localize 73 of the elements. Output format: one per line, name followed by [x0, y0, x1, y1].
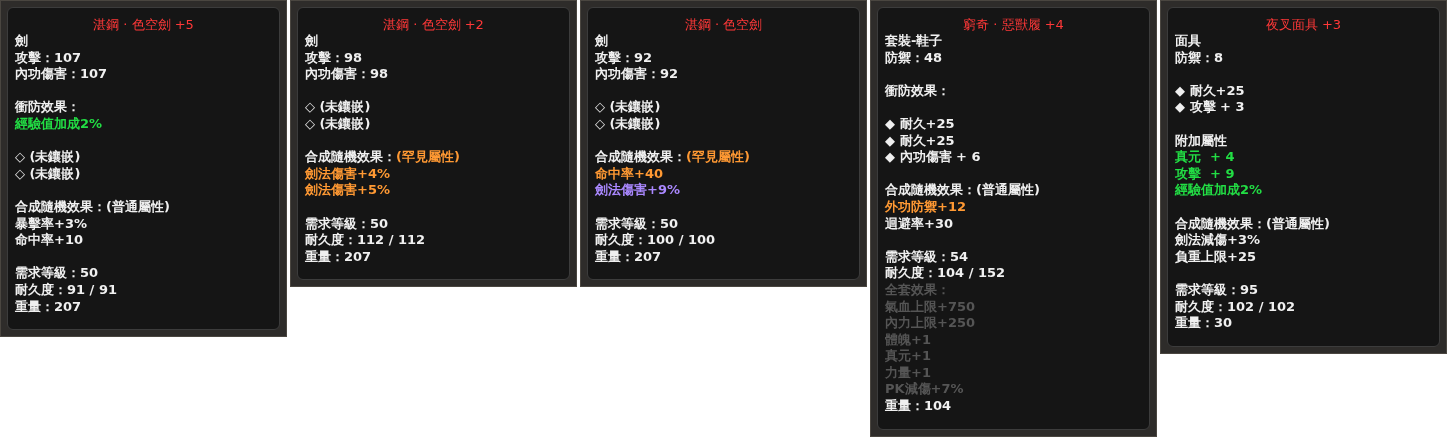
stat-line: 命中率+40 [595, 165, 663, 182]
stat-line: 劍 [305, 33, 318, 50]
stat-line: ◇ (未鑲嵌) [305, 115, 371, 133]
stat-line: 需求等級：95 [1175, 281, 1259, 299]
item-name: 湛鋼 · 色空劍 +2 [383, 16, 484, 33]
stat-line: 真元+1 [885, 348, 931, 365]
item-name: 窮奇 · 惡獸履 +4 [963, 16, 1064, 33]
stat-line: 重量：207 [15, 298, 82, 316]
stat-line: 合成隨機效果：(普通屬性) [885, 182, 1040, 199]
stat-line: 防禦：48 [885, 49, 943, 67]
stat-line: 耐久度：100 / 100 [595, 232, 716, 249]
stat-line: 需求等級：50 [305, 215, 389, 232]
stat-line: 合成隨機效果：(普通屬性) [1175, 215, 1330, 233]
stat-line: 合成隨機效果：(罕見屬性) [595, 149, 750, 166]
stat-line: ◆ 耐久+25 [1175, 82, 1245, 100]
stat-line: 力量+1 [885, 364, 931, 382]
stat-line: 劍法傷害+4% [305, 165, 390, 182]
stat-line: 需求等級：50 [15, 265, 99, 282]
stat-line: 全套效果： [885, 281, 950, 299]
stat-line: 重量：207 [595, 248, 662, 266]
stat-line: 暴擊率+3% [15, 215, 87, 232]
stat-line: 重量：30 [1175, 315, 1233, 332]
stat-line: ◆ 攻擊 + 3 [1175, 99, 1245, 116]
stat-line: 內力上限+250 [885, 315, 976, 332]
stat-line: 合成隨機效果：(普通屬性) [15, 198, 170, 216]
stat-line: 攻擊：107 [15, 49, 82, 66]
stat-line: 重量：104 [885, 398, 952, 415]
stat-line: 劍 [595, 33, 608, 50]
stat-line: 重量：207 [305, 248, 372, 266]
stat-line: 耐久度：112 / 112 [305, 232, 426, 249]
stat-line: 合成隨機效果：(罕見屬性) [305, 149, 460, 166]
stat-line: ◇ (未鑲嵌) [595, 99, 661, 116]
stat-line: 需求等級：50 [595, 215, 679, 232]
stat-line: 負重上限+25 [1175, 248, 1256, 266]
stat-line: 耐久度：91 / 91 [15, 281, 117, 299]
stat-line: 外功防禦+12 [885, 198, 966, 216]
stat-line: ◇ (未鑲嵌) [305, 99, 371, 116]
item-name: 夜叉面具 +3 [1265, 16, 1342, 33]
stat-line: ◆ 耐久+25 [885, 132, 955, 149]
stat-line: 劍法傷害+5% [305, 182, 390, 199]
stat-line: 內功傷害：107 [15, 66, 108, 83]
stat-line: 氣血上限+750 [885, 298, 976, 316]
stat-line: 經驗值加成2% [15, 115, 103, 133]
stat-line: PK減傷+7% [885, 381, 964, 399]
stat-line: 套裝-鞋子 [885, 33, 943, 50]
stat-line: 劍 [15, 33, 28, 50]
stat-line: ◇ (未鑲嵌) [15, 165, 81, 183]
stat-line: 體魄+1 [885, 331, 931, 349]
stat-line: 攻擊：98 [305, 49, 363, 66]
stat-line: 內功傷害：92 [595, 66, 679, 83]
stat-line: 經驗值加成2% [1175, 182, 1263, 199]
stat-line: 攻擊：92 [595, 49, 653, 66]
item-name: 湛鋼 · 色空劍 +5 [93, 16, 194, 33]
stat-line: ◇ (未鑲嵌) [15, 149, 81, 166]
stat-line: 劍法傷害+9% [595, 182, 680, 199]
stat-line: 衝防效果： [885, 82, 950, 100]
stat-line: 內功傷害：98 [305, 66, 389, 83]
stat-line: 衝防效果： [15, 99, 80, 116]
stat-line: 攻擊 + 9 [1175, 165, 1235, 183]
stat-line: 需求等級：54 [885, 248, 969, 265]
stat-line: 耐久度：104 / 152 [885, 265, 1006, 282]
item-name: 湛鋼 · 色空劍 [684, 16, 763, 33]
stat-line: 真元 + 4 [1175, 149, 1235, 166]
stat-line: ◇ (未鑲嵌) [595, 115, 661, 133]
stat-line: 附加屬性 [1175, 132, 1227, 150]
stat-line: 耐久度：102 / 102 [1175, 298, 1296, 316]
stat-line: ◆ 內功傷害 + 6 [885, 149, 981, 166]
stat-line: ◆ 耐久+25 [885, 115, 955, 133]
stat-line: 防禦：8 [1175, 49, 1224, 67]
stat-line: 劍法減傷+3% [1175, 232, 1260, 249]
stat-line: 面具 [1175, 33, 1201, 50]
stat-line: 迴避率+30 [885, 215, 953, 233]
stat-line: 命中率+10 [15, 232, 83, 249]
